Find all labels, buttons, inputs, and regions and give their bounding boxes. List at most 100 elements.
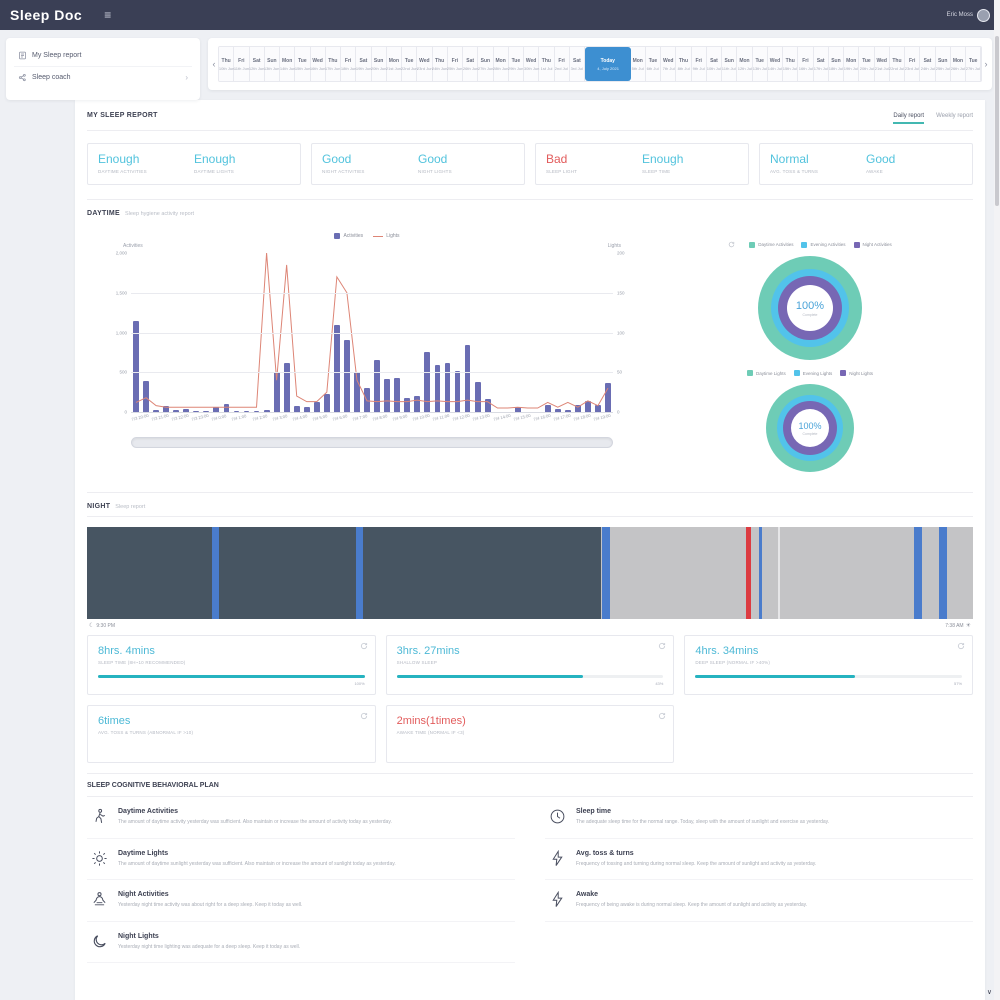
date-day: Sat — [466, 58, 474, 64]
next-arrow[interactable]: › — [982, 59, 990, 69]
date-label: 13th Jul — [753, 66, 767, 71]
activities-donut-legend: Daytime ActivitiesEvening ActivitiesNigh… — [728, 241, 892, 248]
refresh-icon[interactable] — [658, 712, 666, 720]
date-cell[interactable]: Sun13th Jun — [265, 47, 280, 81]
date-cell[interactable]: Tue22nd Jun — [402, 47, 417, 81]
date-cell[interactable]: Tue29th Jun — [509, 47, 524, 81]
date-label: 24th Jul — [920, 66, 934, 71]
hamburger-icon[interactable]: ≡ — [104, 8, 111, 22]
date-cell[interactable]: Tue20th Jul — [859, 47, 874, 81]
date-cell[interactable]: Thu22nd Jul — [890, 47, 905, 81]
date-cell[interactable]: Fri23rd Jul — [905, 47, 920, 81]
date-cell[interactable]: Sat12th Jun — [250, 47, 265, 81]
date-cell[interactable]: Sun25th Jul — [936, 47, 951, 81]
date-cell[interactable]: Mon21st Jun — [387, 47, 402, 81]
refresh-icon[interactable] — [957, 642, 965, 650]
date-cell[interactable]: Thu8th Jul — [676, 47, 691, 81]
left-axis-tick: 0 — [124, 410, 127, 415]
plan-right-column: Sleep timeThe adequate sleep time for th… — [545, 797, 973, 963]
date-cell[interactable]: Sat17th Jul — [814, 47, 829, 81]
x-axis-label: 7/4 14:00 — [493, 413, 511, 422]
date-cell[interactable]: Wed30th Jun — [524, 47, 539, 81]
donut-ring-inner: 100% Complete — [778, 276, 842, 340]
date-cell[interactable]: Sat24th Jul — [920, 47, 935, 81]
chart-x-labels: 7/3 20:007/3 21:007/3 22:007/3 23:007/4 … — [131, 415, 613, 429]
tab-weekly-report[interactable]: Weekly report — [936, 113, 973, 124]
sidebar-item-my-sleep-report[interactable]: My Sleep report — [14, 45, 192, 66]
legend-item-lights: Lights — [373, 233, 399, 239]
date-cell[interactable]: Sat19th Jun — [356, 47, 371, 81]
metric-value: Enough — [642, 152, 738, 166]
date-cell[interactable]: Mon5th Jul — [631, 47, 646, 81]
date-cell[interactable]: Thu10th Jun — [219, 47, 234, 81]
refresh-icon[interactable] — [360, 642, 368, 650]
legend-swatch — [854, 242, 860, 248]
refresh-icon[interactable] — [360, 712, 368, 720]
date-cell[interactable]: Mon26th Jul — [951, 47, 966, 81]
summary-cards: EnoughDAYTIME ACTIVITIESEnoughDAYTIME LI… — [87, 131, 973, 200]
avatar — [977, 9, 990, 22]
x-axis-label: 7/4 11:00 — [432, 413, 450, 422]
date-label: 30th Jun — [523, 66, 539, 71]
date-cell-today[interactable]: Today4, July 2021 — [585, 47, 631, 81]
date-cell[interactable]: Tue27th Jul — [966, 47, 981, 81]
date-cell[interactable]: Mon14th Jun — [280, 47, 295, 81]
progress-track — [397, 675, 664, 678]
date-label: 16th Jun — [310, 66, 326, 71]
plan-item-description: Frequency of being awake is during norma… — [576, 902, 807, 910]
date-cell[interactable]: Thu17th Jun — [326, 47, 341, 81]
date-cell[interactable]: Wed14th Jul — [768, 47, 783, 81]
refresh-icon[interactable] — [658, 642, 666, 650]
chart-navigator[interactable] — [131, 437, 613, 448]
date-cell[interactable]: Thu24th Jun — [433, 47, 448, 81]
date-cell[interactable]: Wed23rd Jun — [417, 47, 432, 81]
user-menu[interactable]: Eric Moss — [947, 9, 990, 22]
date-cell[interactable]: Fri25th Jun — [448, 47, 463, 81]
date-day: Thu — [786, 58, 795, 64]
date-cell[interactable]: Tue13th Jul — [753, 47, 768, 81]
date-cell[interactable]: Fri9th Jul — [692, 47, 707, 81]
scrollbar-thumb[interactable] — [995, 36, 999, 206]
date-cell[interactable]: Thu15th Jul — [783, 47, 798, 81]
date-label: 27th Jun — [478, 66, 494, 71]
date-cell[interactable]: Mon12th Jul — [737, 47, 752, 81]
plan-item-sleep-time: Sleep timeThe adequate sleep time for th… — [545, 797, 973, 839]
date-day: Tue — [298, 58, 307, 64]
date-cell[interactable]: Wed7th Jul — [661, 47, 676, 81]
scroll-down-chevron-icon[interactable]: ∨ — [987, 988, 992, 996]
date-cell[interactable]: Sun18th Jul — [829, 47, 844, 81]
date-cell[interactable]: Fri11th Jun — [234, 47, 249, 81]
date-cell[interactable]: Tue6th Jul — [646, 47, 661, 81]
date-cell[interactable]: Fri16th Jul — [798, 47, 813, 81]
legend-label: Night Lights — [849, 371, 873, 376]
date-cell[interactable]: Fri2nd Jul — [555, 47, 570, 81]
sidebar-item-sleep-coach[interactable]: Sleep coach › — [14, 66, 192, 88]
x-axis-label: 7/4 18:00 — [573, 413, 591, 422]
date-cell[interactable]: Fri18th Jun — [341, 47, 356, 81]
date-cell[interactable]: Mon19th Jul — [844, 47, 859, 81]
date-cell[interactable]: Sat10th Jul — [707, 47, 722, 81]
stat-card: 8hrs. 4minsSLEEP TIME (8H~10 RECOMMENDED… — [87, 635, 376, 695]
refresh-icon[interactable] — [728, 241, 735, 248]
tab-daily-report[interactable]: Daily report — [893, 113, 924, 124]
date-cell[interactable]: Sat26th Jun — [463, 47, 478, 81]
date-cell[interactable]: Sat3rd Jul — [570, 47, 585, 81]
date-cell[interactable]: Wed16th Jun — [311, 47, 326, 81]
date-cell[interactable]: Wed21st Jul — [875, 47, 890, 81]
date-cell[interactable]: Sun27th Jun — [478, 47, 493, 81]
sidebar-item-label: My Sleep report — [32, 52, 81, 59]
date-cell[interactable]: Sun11th Jul — [722, 47, 737, 81]
date-cell[interactable]: Thu1st Jul — [539, 47, 554, 81]
date-label: 10th Jul — [707, 66, 721, 71]
metric-label: DAYTIME ACTIVITIES — [98, 169, 194, 174]
date-cell[interactable]: Mon28th Jun — [494, 47, 509, 81]
donut-caption: Complete — [803, 313, 818, 317]
date-label: 19th Jun — [356, 66, 372, 71]
wake-end-time: 7:38 AM ☀ — [945, 622, 971, 629]
date-cell[interactable]: Tue15th Jun — [295, 47, 310, 81]
x-axis-label: 7/4 16:00 — [533, 413, 551, 422]
lights-donut: Daytime LightsEvening LightsNight Lights… — [747, 370, 873, 472]
prev-arrow[interactable]: ‹ — [210, 59, 218, 69]
date-cell[interactable]: Sun20th Jun — [372, 47, 387, 81]
plan-texts: Night ActivitiesYesterday night time act… — [118, 891, 302, 910]
